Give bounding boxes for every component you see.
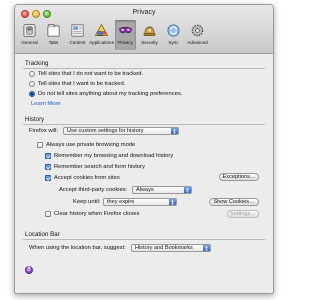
- general-switch-icon: [23, 24, 36, 37]
- help-button[interactable]: ?: [25, 266, 33, 274]
- sync-icon: [167, 24, 180, 37]
- content-icon: [71, 24, 84, 37]
- radio-button[interactable]: [29, 71, 35, 77]
- tab-tabs-label: Tabs: [48, 40, 59, 45]
- history-mode-value: Use custom settings for history: [67, 128, 144, 134]
- chevron-updown-icon: ▲ ▼: [169, 198, 176, 206]
- applications-icon: [94, 23, 109, 37]
- exceptions-button[interactable]: Exceptions…: [219, 173, 259, 181]
- accept-cookies-label: Accept cookies from sites: [54, 175, 120, 181]
- firefox-will-label: Firefox will:: [29, 128, 58, 134]
- remember-browsing-checkbox[interactable]: [45, 153, 51, 159]
- private-browsing-label: Always use private browsing mode: [46, 142, 136, 148]
- accept-cookies-checkbox-row[interactable]: Accept cookies from sites: [45, 175, 120, 181]
- learn-more-link[interactable]: Learn More: [31, 101, 61, 107]
- clear-history-label: Clear history when Firefox closes: [54, 211, 140, 217]
- suggest-value: History and Bookmarks: [135, 245, 193, 251]
- tab-tabs[interactable]: Tabs: [43, 20, 64, 50]
- tracking-option-label: Do not tell sites anything about my trac…: [38, 91, 183, 97]
- private-browsing-checkbox[interactable]: [37, 142, 43, 148]
- chevron-updown-icon: ▲ ▼: [203, 244, 210, 252]
- tab-sync-label: Sync: [168, 40, 179, 45]
- radio-button[interactable]: [29, 81, 35, 87]
- show-cookies-button[interactable]: Show Cookies…: [209, 198, 259, 206]
- tab-security-label: Security: [141, 40, 158, 45]
- remember-search-checkbox-row[interactable]: Remember search and form history: [45, 164, 145, 170]
- tab-content[interactable]: Content: [67, 20, 88, 50]
- tab-advanced[interactable]: Advanced: [187, 20, 208, 50]
- tracking-option-no-preference[interactable]: Do not tell sites anything about my trac…: [29, 91, 182, 97]
- remember-search-label: Remember search and form history: [54, 164, 145, 170]
- radio-button-selected[interactable]: [29, 91, 35, 97]
- tab-sync[interactable]: Sync: [163, 20, 184, 50]
- window-title: Privacy: [132, 9, 156, 16]
- tracking-divider: [23, 68, 265, 69]
- clear-history-checkbox[interactable]: [45, 211, 51, 217]
- tab-security[interactable]: Security: [139, 20, 160, 50]
- private-browsing-checkbox-row[interactable]: Always use private browsing mode: [37, 142, 135, 148]
- tracking-option-track[interactable]: Tell sites that I want to be tracked.: [29, 81, 125, 87]
- keep-until-value: they expire: [107, 199, 135, 205]
- tab-privacy[interactable]: Privacy: [115, 20, 136, 50]
- tracking-option-label: Tell sites that I want to be tracked.: [38, 81, 126, 87]
- accept-cookies-checkbox[interactable]: [45, 175, 51, 181]
- location-bar-divider: [23, 239, 265, 240]
- history-section-title: History: [25, 116, 45, 123]
- history-mode-select[interactable]: Use custom settings for history ▲ ▼: [63, 127, 179, 135]
- security-icon: [143, 26, 156, 36]
- tab-applications[interactable]: Applications: [89, 20, 114, 50]
- title-bar: Privacy General Tabs Content Application…: [15, 5, 273, 54]
- chevron-updown-icon: ▲ ▼: [171, 127, 178, 135]
- settings-button[interactable]: Settings…: [227, 210, 259, 218]
- advanced-gear-icon: [191, 24, 204, 37]
- keep-until-select[interactable]: they expire ▲ ▼: [103, 198, 177, 206]
- tracking-section-title: Tracking: [25, 60, 49, 67]
- tracking-option-do-not-track[interactable]: Tell sites that I do not want to be trac…: [29, 71, 143, 77]
- preferences-window: Privacy General Tabs Content Application…: [14, 4, 274, 294]
- remember-browsing-label: Remember my browsing and download histor…: [54, 153, 174, 159]
- tab-general[interactable]: General: [19, 20, 40, 50]
- keep-until-label: Keep until:: [73, 199, 101, 205]
- tab-general-label: General: [21, 40, 38, 45]
- tracking-option-label: Tell sites that I do not want to be trac…: [38, 71, 144, 77]
- tab-advanced-label: Advanced: [187, 40, 208, 45]
- clear-history-checkbox-row[interactable]: Clear history when Firefox closes: [45, 211, 139, 217]
- tab-applications-label: Applications: [89, 40, 114, 45]
- remember-search-checkbox[interactable]: [45, 164, 51, 170]
- chevron-updown-icon: ▲ ▼: [184, 186, 191, 194]
- location-bar-section-title: Location Bar: [25, 231, 60, 238]
- suggest-label: When using the location bar, suggest:: [29, 245, 126, 251]
- suggest-select[interactable]: History and Bookmarks ▲ ▼: [131, 244, 211, 252]
- tabs-icon: [47, 24, 60, 37]
- remember-browsing-checkbox-row[interactable]: Remember my browsing and download histor…: [45, 153, 173, 159]
- tab-privacy-label: Privacy: [117, 40, 134, 45]
- third-party-cookies-select[interactable]: Always ▲ ▼: [132, 186, 192, 194]
- privacy-mask-icon: [119, 26, 132, 34]
- third-party-cookies-value: Always: [136, 187, 154, 193]
- preferences-toolbar: General Tabs Content Applications Privac…: [19, 20, 211, 52]
- history-divider: [23, 124, 265, 125]
- third-party-cookies-label: Accept third-party cookies:: [59, 187, 128, 193]
- tab-content-label: Content: [69, 40, 86, 45]
